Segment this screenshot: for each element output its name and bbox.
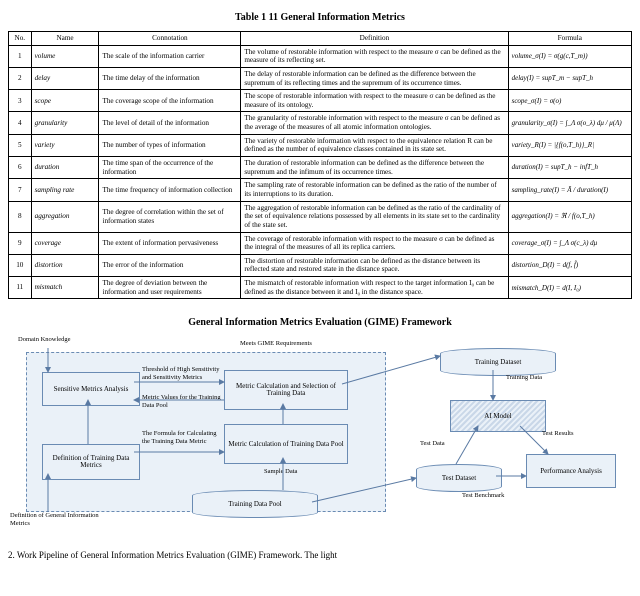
cell-def: The distortion of restorable information…	[241, 254, 508, 276]
th-form: Formula	[508, 32, 631, 46]
cell-conn: The degree of deviation between the info…	[99, 277, 241, 299]
cell-conn: The time frequency of information collec…	[99, 179, 241, 201]
cell-no: 7	[9, 179, 32, 201]
label-domain: Domain Knowledge	[18, 336, 78, 343]
figure-caption: 2. Work Pipeline of General Information …	[8, 550, 632, 560]
cell-def: The scope of restorable information with…	[241, 90, 508, 112]
cell-no: 8	[9, 201, 32, 232]
cell-def: The volume of restorable information wit…	[241, 45, 508, 67]
cyl-training-dataset: Training Dataset	[440, 348, 556, 376]
table-row: 2delayThe time delay of the informationT…	[9, 67, 632, 89]
cell-def: The delay of restorable information can …	[241, 67, 508, 89]
metrics-table: No. Name Connotation Definition Formula …	[8, 31, 632, 299]
cell-def: The sampling rate of restorable informat…	[241, 179, 508, 201]
cell-name: aggregation	[31, 201, 99, 232]
cell-name: mismatch	[31, 277, 99, 299]
cell-def: The granularity of restorable informatio…	[241, 112, 508, 134]
box-performance: Performance Analysis	[526, 454, 616, 488]
cell-name: scope	[31, 90, 99, 112]
cell-no: 11	[9, 277, 32, 299]
cell-name: delay	[31, 67, 99, 89]
th-name: Name	[31, 32, 99, 46]
cell-conn: The time delay of the information	[99, 67, 241, 89]
cell-conn: The coverage scope of the information	[99, 90, 241, 112]
box-def-training-metrics: Definition of Training Data Metrics	[42, 444, 140, 480]
cell-conn: The error of the information	[99, 254, 241, 276]
cell-no: 9	[9, 232, 32, 254]
cell-no: 6	[9, 157, 32, 179]
label-formula: The Formula for Calculating the Training…	[142, 430, 222, 444]
cell-name: distortion	[31, 254, 99, 276]
table-row: 9coverageThe extent of information perva…	[9, 232, 632, 254]
table-row: 6durationThe time span of the occurrence…	[9, 157, 632, 179]
table-row: 3scopeThe coverage scope of the informat…	[9, 90, 632, 112]
cell-def: The coverage of restorable information w…	[241, 232, 508, 254]
table-row: 1volumeThe scale of the information carr…	[9, 45, 632, 67]
cell-name: variety	[31, 134, 99, 156]
box-sensitive-metrics: Sensitive Metrics Analysis	[42, 372, 140, 406]
cell-formula: mismatch_D(I) = d(I, I₀)	[508, 277, 631, 299]
label-sample: Sample Data	[264, 468, 324, 475]
table-row: 4granularityThe level of detail of the i…	[9, 112, 632, 134]
label-defgen: Definition of General Information Metric…	[10, 512, 100, 526]
table-row: 8aggregationThe degree of correlation wi…	[9, 201, 632, 232]
label-threshold: Threshold of High Sensitivity and Sensit…	[142, 366, 222, 380]
cell-name: sampling rate	[31, 179, 99, 201]
cell-formula: variety_R(I) = |{f(o,T_h)}_R|	[508, 134, 631, 156]
cell-def: The duration of restorable information c…	[241, 157, 508, 179]
cell-formula: aggregation(I) = ℜ / f(o,T_h)	[508, 201, 631, 232]
cell-name: duration	[31, 157, 99, 179]
cell-no: 1	[9, 45, 32, 67]
cell-no: 10	[9, 254, 32, 276]
th-def: Definition	[241, 32, 508, 46]
th-no: No.	[9, 32, 32, 46]
cell-formula: scope_σ(I) = σ(o)	[508, 90, 631, 112]
cell-no: 4	[9, 112, 32, 134]
label-training-data: Training Data	[506, 374, 566, 381]
cell-conn: The number of types of information	[99, 134, 241, 156]
label-test-benchmark: Test Benchmark	[462, 492, 542, 499]
box-metric-calc-select: Metric Calculation and Selection of Trai…	[224, 370, 348, 410]
cell-def: The mismatch of restorable information w…	[241, 277, 508, 299]
cell-no: 5	[9, 134, 32, 156]
cell-def: The aggregation of restorable informatio…	[241, 201, 508, 232]
cell-name: coverage	[31, 232, 99, 254]
table-row: 5varietyThe number of types of informati…	[9, 134, 632, 156]
cell-name: volume	[31, 45, 99, 67]
cell-no: 2	[9, 67, 32, 89]
th-conn: Connotation	[99, 32, 241, 46]
table-row: 11mismatchThe degree of deviation betwee…	[9, 277, 632, 299]
cyl-test-dataset: Test Dataset	[416, 464, 502, 492]
cell-formula: sampling_rate(I) = Ā / duration(I)	[508, 179, 631, 201]
label-test-data: Test Data	[420, 440, 470, 447]
cell-formula: granularity_σ(I) = ∫_Λ σ(o_λ) dμ / μ(Λ)	[508, 112, 631, 134]
cell-formula: duration(I) = supT_h − infT_h	[508, 157, 631, 179]
label-meets: Meets GIME Requirements	[240, 340, 360, 347]
cell-formula: delay(I) = supT_m − supT_h	[508, 67, 631, 89]
cell-conn: The extent of information pervasiveness	[99, 232, 241, 254]
label-test-results: Test Results	[542, 430, 602, 437]
cyl-training-pool: Training Data Pool	[192, 490, 318, 518]
cell-conn: The level of detail of the information	[99, 112, 241, 134]
box-metric-calc-pool: Metric Calculation of Training Data Pool	[224, 424, 348, 464]
cell-formula: volume_σ(I) = σ(g(c,T_m))	[508, 45, 631, 67]
box-ai-model: AI Model	[450, 400, 546, 432]
cell-formula: coverage_σ(I) = ∫_Λ σ(c_λ) dμ	[508, 232, 631, 254]
table-caption: Table 1 11 General Information Metrics	[8, 12, 632, 23]
cell-def: The variety of restorable information wi…	[241, 134, 508, 156]
cell-conn: The scale of the information carrier	[99, 45, 241, 67]
label-metric-values: Metric Values for the Training Data Pool	[142, 394, 222, 408]
cell-no: 3	[9, 90, 32, 112]
cell-formula: distortion_D(I) = d(f, f̂)	[508, 254, 631, 276]
table-row: 10distortionThe error of the information…	[9, 254, 632, 276]
cell-conn: The time span of the occurrence of the i…	[99, 157, 241, 179]
cell-name: granularity	[31, 112, 99, 134]
figure-title: General Information Metrics Evaluation (…	[8, 317, 632, 328]
table-row: 7sampling rateThe time frequency of info…	[9, 179, 632, 201]
figure: Domain Knowledge Definition of General I…	[8, 334, 632, 544]
cell-conn: The degree of correlation within the set…	[99, 201, 241, 232]
